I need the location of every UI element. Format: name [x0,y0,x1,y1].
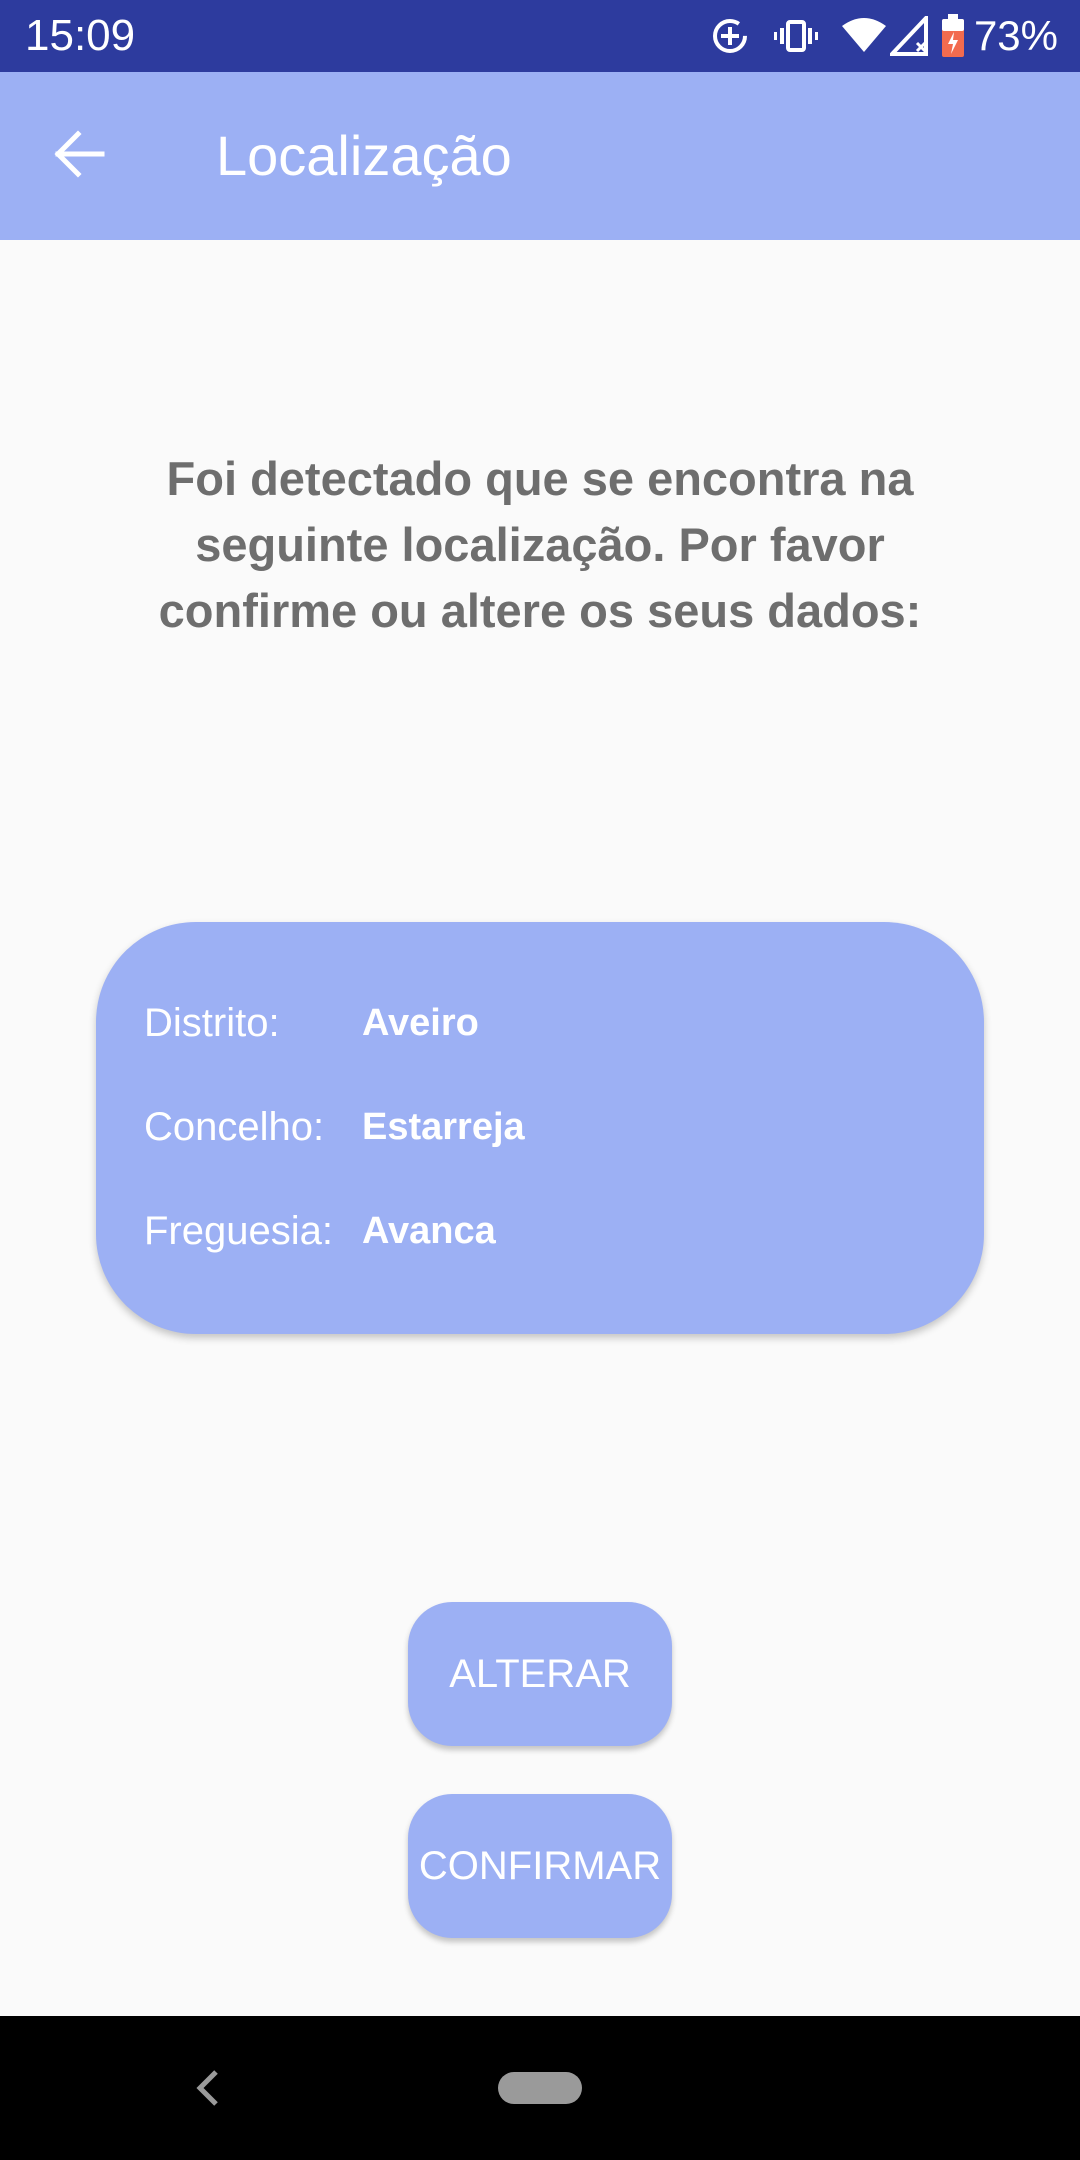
district-row: Distrito: Aveiro [144,993,479,1053]
intro-text: Foi detectado que se encontra na seguint… [158,452,922,637]
municipality-value: Estarreja [362,1105,525,1148]
location-card: Distrito: Aveiro Concelho: Estarreja Fre… [96,922,984,1334]
municipality-label: Concelho: [144,1104,325,1149]
status-bar: 15:09 73% [0,0,1080,72]
data-saver-icon [710,16,750,56]
vibrate-icon [773,16,818,56]
back-button[interactable] [36,112,124,200]
status-icons: 73% [710,8,1058,64]
page-title: Localização [216,124,512,187]
wifi-icon [840,16,888,56]
alter-button[interactable]: ALTERAR [408,1602,672,1746]
confirm-button[interactable]: CONFIRMAR [408,1794,672,1938]
nav-home-pill-icon[interactable] [498,2072,582,2104]
cellular-no-signal-icon [889,16,930,56]
parish-value: Avanca [362,1209,496,1252]
system-nav-bar [0,2016,1080,2160]
district-value: Aveiro [362,1001,479,1044]
nav-back-icon[interactable] [180,2060,236,2116]
parish-row: Freguesia: Avanca [144,1201,496,1261]
app-bar: Localização [0,72,1080,240]
parish-label: Freguesia: [144,1208,333,1253]
battery-charging-icon [940,14,966,58]
status-time: 15:09 [25,11,136,60]
municipality-row: Concelho: Estarreja [144,1097,525,1157]
arrow-left-icon [54,128,106,185]
battery-percent: 73% [973,12,1058,59]
district-label: Distrito: [144,1000,280,1045]
